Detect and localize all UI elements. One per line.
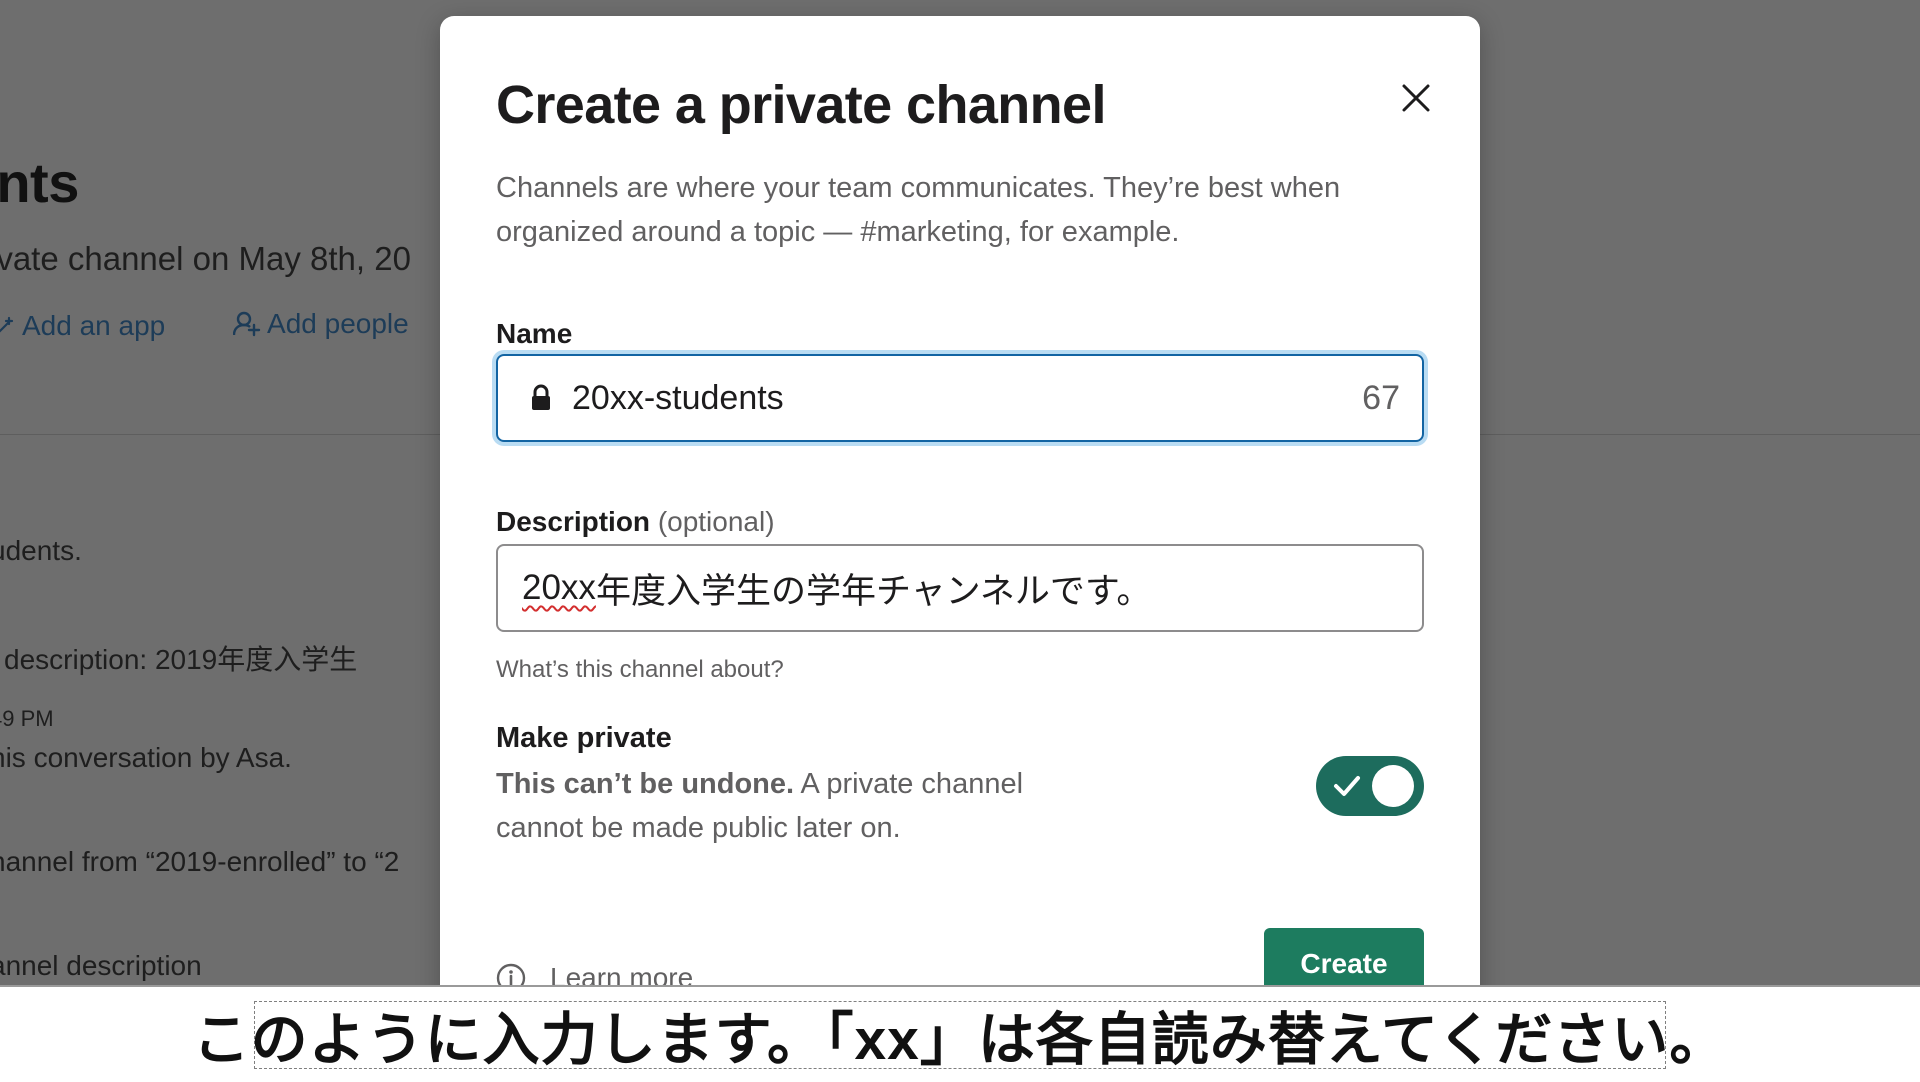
name-field[interactable]: 20xx-students 67 (496, 354, 1424, 442)
close-icon (1402, 84, 1430, 112)
private-label: Make private (496, 722, 672, 754)
channel-actions: Add an app Add people (0, 308, 469, 344)
description-hint: What’s this channel about? (496, 656, 784, 683)
feed-line: his conversation by Asa. (0, 742, 292, 773)
add-people-link[interactable]: Add people (233, 308, 439, 340)
name-value: 20xx-students (572, 378, 784, 417)
lock-icon (532, 384, 550, 410)
channel-subtitle: rivate channel on May 8th, 20 (0, 240, 411, 277)
char-count: 67 (1362, 378, 1400, 417)
feed-line: annel description (0, 950, 202, 981)
private-note-bold: This can’t be undone. (496, 768, 795, 800)
description-value: 年度入学生の学年チャンネルです。 (595, 571, 1152, 611)
add-people-label: Add people (267, 308, 409, 339)
feed-line: udents. (0, 535, 82, 566)
add-app-link[interactable]: Add an app (0, 310, 195, 342)
description-field[interactable]: 20xx 年度入学生の学年チャンネルです。 (496, 544, 1424, 632)
toggle-knob (1372, 765, 1414, 807)
dialog-title: Create a private channel (496, 75, 1106, 135)
check-icon (1334, 776, 1360, 796)
channel-title: dents (0, 151, 79, 214)
description-label: Description (optional) (496, 506, 775, 538)
feed-time: 49 PM (0, 706, 54, 731)
add-app-icon (0, 316, 14, 333)
make-private-toggle[interactable] (1316, 756, 1424, 816)
create-channel-dialog: Create a private channel Channels are wh… (440, 16, 1480, 1016)
feed-line: nannel from “2019-enrolled” to “2 (0, 846, 400, 877)
close-button[interactable] (1388, 70, 1444, 126)
add-app-label: Add an app (22, 310, 166, 341)
private-note: This can’t be undone. A private channel … (496, 762, 1056, 850)
caption-strip: このように入力します。「xx」は各自読み替えてください。 (0, 985, 1920, 1082)
add-people-icon (233, 311, 261, 337)
optional-tag: (optional) (657, 506, 775, 537)
name-label: Name (496, 318, 573, 349)
description-label-text: Description (496, 506, 651, 537)
feed-line: l description: 2019年度入学生 (0, 644, 358, 675)
description-value-spellcheck: 20xx (522, 568, 596, 607)
dialog-intro: Channels are where your team communicate… (496, 172, 1341, 248)
caption-text: このように入力します。「xx」は各自読み替えてください。 (193, 1001, 1726, 1072)
